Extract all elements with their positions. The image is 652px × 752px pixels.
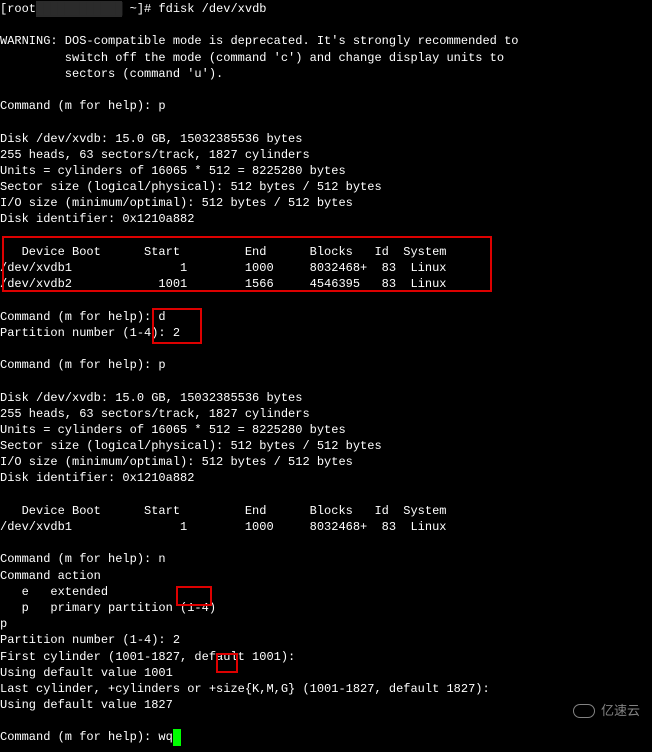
blank (0, 373, 652, 389)
disk-geom: 255 heads, 63 sectors/track, 1827 cylind… (0, 147, 652, 163)
default-msg: Using default value 1827 (0, 697, 652, 713)
cmd-action-e: e extended (0, 584, 652, 600)
cmd-prompt[interactable]: Command (m for help): p (0, 98, 652, 114)
first-cyl-prompt[interactable]: First cylinder (1001-1827, default 1001)… (0, 649, 652, 665)
disk-io: I/O size (minimum/optimal): 512 bytes / … (0, 195, 652, 211)
table-header: Device Boot Start End Blocks Id System (0, 503, 652, 519)
cmd-prompt[interactable]: Command (m for help): wq (0, 729, 652, 745)
cmd-prompt[interactable]: Command (m for help): n (0, 551, 652, 567)
cmd-prompt[interactable]: Command (m for help): p (0, 357, 652, 373)
disk-sector: Sector size (logical/physical): 512 byte… (0, 179, 652, 195)
table-header: Device Boot Start End Blocks Id System (0, 244, 652, 260)
partition-prompt[interactable]: Partition number (1-4): 2 (0, 632, 652, 648)
warning-line: sectors (command 'u'). (0, 66, 652, 82)
disk-units: Units = cylinders of 16065 * 512 = 82252… (0, 163, 652, 179)
watermark: 亿速云 (573, 702, 640, 720)
blank (0, 114, 652, 130)
disk-id: Disk identifier: 0x1210a882 (0, 470, 652, 486)
table-row: /dev/xvdb2 1001 1566 4546395 83 Linux (0, 276, 652, 292)
blank (0, 228, 652, 244)
disk-id: Disk identifier: 0x1210a882 (0, 211, 652, 227)
partition-prompt[interactable]: Partition number (1-4): 2 (0, 325, 652, 341)
blank (0, 82, 652, 98)
blank (0, 17, 652, 33)
cmd-action-p: p primary partition (1-4) (0, 600, 652, 616)
command-text: fdisk /dev/xvdb (158, 2, 266, 16)
warning-line: switch off the mode (command 'c') and ch… (0, 50, 652, 66)
table-row: /dev/xvdb1 1 1000 8032468+ 83 Linux (0, 519, 652, 535)
prompt-line: [root████████████ ~]# fdisk /dev/xvdb (0, 1, 652, 17)
last-cyl-prompt[interactable]: Last cylinder, +cylinders or +size{K,M,G… (0, 681, 652, 697)
disk-sector: Sector size (logical/physical): 512 byte… (0, 438, 652, 454)
selection-p[interactable]: p (0, 616, 652, 632)
cmd-action-hdr: Command action (0, 568, 652, 584)
cloud-icon (573, 704, 595, 718)
blank (0, 341, 652, 357)
disk-io: I/O size (minimum/optimal): 512 bytes / … (0, 454, 652, 470)
disk-units: Units = cylinders of 16065 * 512 = 82252… (0, 422, 652, 438)
default-msg: Using default value 1001 (0, 665, 652, 681)
masked-host: ████████████ (36, 1, 122, 17)
disk-header: Disk /dev/xvdb: 15.0 GB, 15032385536 byt… (0, 131, 652, 147)
warning-line: WARNING: DOS-compatible mode is deprecat… (0, 33, 652, 49)
cursor-icon (173, 729, 181, 745)
disk-geom: 255 heads, 63 sectors/track, 1827 cylind… (0, 406, 652, 422)
cmd-prompt[interactable]: Command (m for help): d (0, 309, 652, 325)
watermark-text: 亿速云 (601, 702, 640, 720)
blank (0, 292, 652, 308)
blank (0, 535, 652, 551)
disk-header: Disk /dev/xvdb: 15.0 GB, 15032385536 byt… (0, 390, 652, 406)
blank (0, 713, 652, 729)
table-row: /dev/xvdb1 1 1000 8032468+ 83 Linux (0, 260, 652, 276)
blank (0, 487, 652, 503)
